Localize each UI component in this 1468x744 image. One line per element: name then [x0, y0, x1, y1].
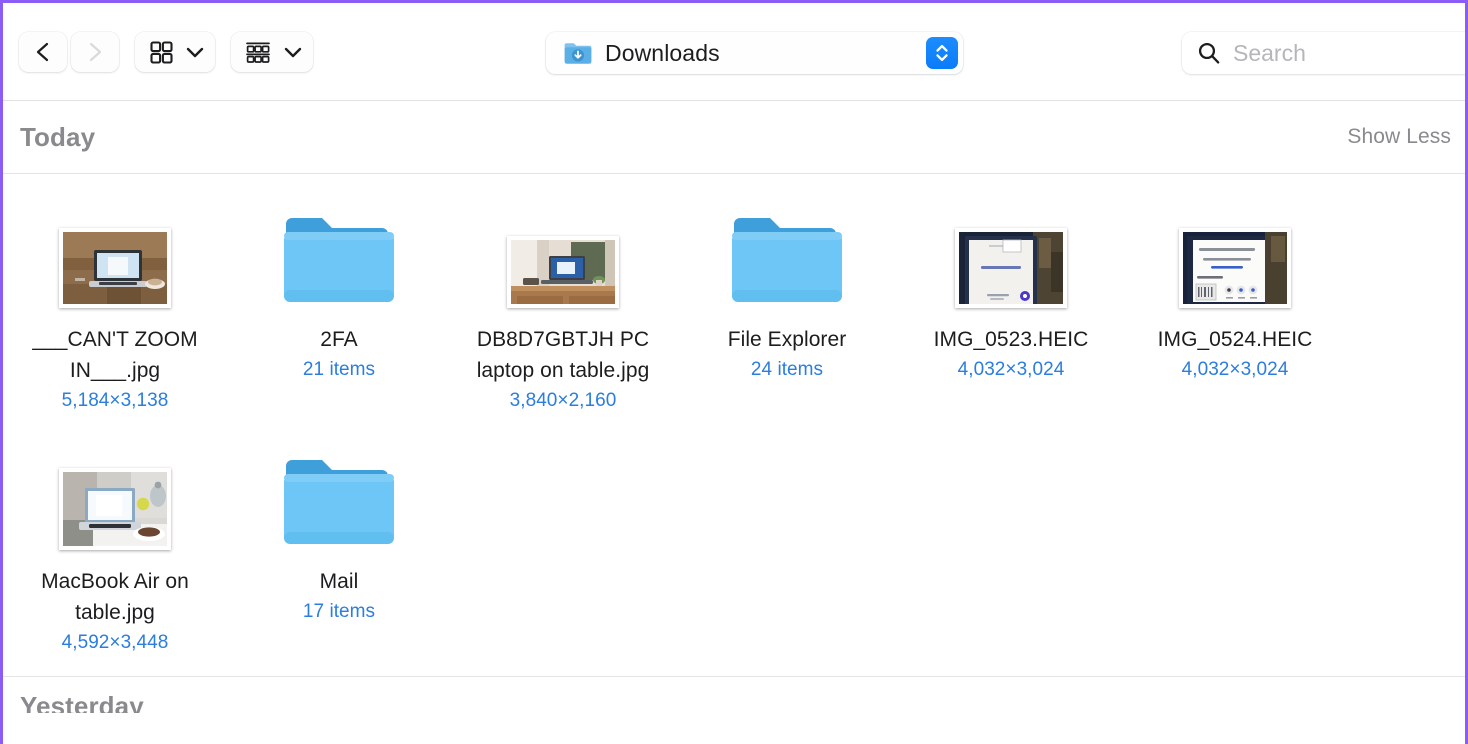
file-label: 2FA 21 items — [227, 324, 451, 385]
file-item[interactable]: IMG_0524.HEIC 4,032×3,024 — [1123, 196, 1347, 385]
folder-item[interactable]: File Explorer 24 items — [675, 196, 899, 385]
search-wrapper — [1182, 32, 1465, 74]
group-title: Today — [20, 121, 96, 152]
file-meta: 24 items — [750, 359, 824, 380]
file-meta: 5,184×3,138 — [61, 390, 169, 411]
thumbnail-slot — [899, 196, 1123, 308]
file-label: DB8D7GBTJH PC laptop on table.jpg 3,840×… — [451, 324, 675, 416]
file-meta: 4,592×3,448 — [61, 632, 169, 653]
group-header-today: Today Show Less — [3, 101, 1465, 174]
blue-folder-icon — [284, 460, 394, 544]
chevron-right-icon — [89, 42, 102, 61]
file-name: ___CAN'T ZOOM IN___.jpg — [32, 328, 198, 382]
chevron-down-icon — [284, 47, 302, 57]
thumbnail-slot — [675, 196, 899, 308]
file-name: MacBook Air on table.jpg — [41, 570, 189, 624]
group-by-icon — [246, 42, 270, 63]
view-mode-button[interactable] — [135, 31, 215, 72]
file-name: DB8D7GBTJH PC laptop on table.jpg — [476, 328, 650, 382]
navigation-buttons — [19, 31, 119, 72]
file-meta: 4,032×3,024 — [1181, 359, 1289, 380]
path-popup-label: Downloads — [605, 39, 720, 66]
downloads-folder-icon — [564, 43, 592, 64]
image-thumbnail — [59, 228, 171, 308]
file-name: IMG_0523.HEIC — [933, 328, 1089, 351]
thumbnail-slot — [3, 196, 227, 308]
file-name: Mail — [319, 570, 359, 593]
back-button[interactable] — [19, 31, 67, 72]
icon-grid-row: MacBook Air on table.jpg 4,592×3,448 Mai… — [3, 416, 1465, 658]
file-name: 2FA — [320, 328, 358, 351]
search-input[interactable] — [1233, 39, 1465, 67]
thumbnail-slot — [451, 196, 675, 308]
path-popup-wrapper: Downloads — [546, 32, 963, 74]
forward-button[interactable] — [71, 31, 119, 72]
file-label: MacBook Air on table.jpg 4,592×3,448 — [3, 566, 227, 658]
thumbnail-slot — [3, 438, 227, 550]
search-icon — [1198, 42, 1220, 64]
blue-folder-icon — [284, 218, 394, 302]
image-thumbnail — [1179, 228, 1291, 308]
thumbnail-slot — [227, 438, 451, 550]
file-label: IMG_0524.HEIC 4,032×3,024 — [1123, 324, 1347, 385]
image-thumbnail — [507, 236, 619, 308]
thumbnail-slot — [1123, 196, 1347, 308]
file-item[interactable]: ___CAN'T ZOOM IN___.jpg 5,184×3,138 — [3, 196, 227, 416]
file-label: File Explorer 24 items — [675, 324, 899, 385]
show-less-button[interactable]: Show Less — [1347, 125, 1451, 149]
file-meta: 3,840×2,160 — [509, 390, 617, 411]
group-by-button[interactable] — [231, 31, 313, 72]
search-field[interactable] — [1182, 32, 1465, 74]
file-item[interactable]: IMG_0523.HEIC 4,032×3,024 — [899, 196, 1123, 385]
group-title: Yesterday — [20, 691, 144, 713]
icon-grid-row: ___CAN'T ZOOM IN___.jpg 5,184×3,138 2FA — [3, 174, 1465, 416]
path-popup-button[interactable]: Downloads — [546, 32, 963, 74]
grid-view-icon — [150, 40, 173, 64]
file-meta: 4,032×3,024 — [957, 359, 1065, 380]
file-label: IMG_0523.HEIC 4,032×3,024 — [899, 324, 1123, 385]
file-meta: 17 items — [302, 601, 376, 622]
toolbar-left-controls — [3, 31, 313, 72]
folder-item[interactable]: 2FA 21 items — [227, 196, 451, 385]
image-thumbnail — [955, 228, 1067, 308]
finder-window: Downloads Today Show Less — [0, 0, 1468, 744]
file-label: Mail 17 items — [227, 566, 451, 627]
path-popup-stepper[interactable] — [926, 37, 958, 69]
file-label: ___CAN'T ZOOM IN___.jpg 5,184×3,138 — [3, 324, 227, 416]
chevron-down-icon — [186, 47, 204, 57]
file-item[interactable]: MacBook Air on table.jpg 4,592×3,448 — [3, 438, 227, 658]
group-header-yesterday: Yesterday — [3, 677, 1465, 713]
blue-folder-icon — [732, 218, 842, 302]
thumbnail-slot — [227, 196, 451, 308]
file-name: File Explorer — [727, 328, 847, 351]
up-down-chevron-icon — [936, 44, 948, 62]
chevron-left-icon — [36, 42, 49, 61]
file-item[interactable]: DB8D7GBTJH PC laptop on table.jpg 3,840×… — [451, 196, 675, 416]
file-name: IMG_0524.HEIC — [1157, 328, 1313, 351]
icon-grid: ___CAN'T ZOOM IN___.jpg 5,184×3,138 2FA — [3, 174, 1465, 658]
file-meta: 21 items — [302, 359, 376, 380]
image-thumbnail — [59, 468, 171, 550]
folder-item[interactable]: Mail 17 items — [227, 438, 451, 627]
toolbar: Downloads — [3, 3, 1465, 101]
